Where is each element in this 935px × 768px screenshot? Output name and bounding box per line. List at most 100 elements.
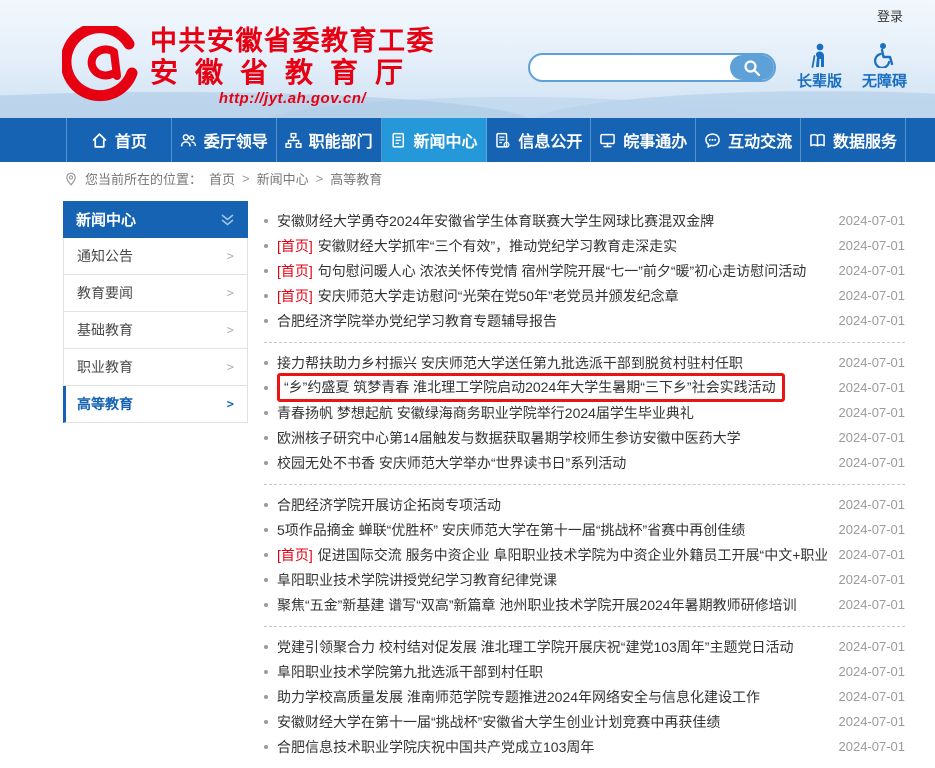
bullet-icon <box>264 361 268 365</box>
elder-version-label: 长辈版 <box>797 70 842 91</box>
news-link[interactable]: 校园无处不书香 安庆师范大学举办“世界读书日”系列活动 <box>277 453 626 473</box>
news-date: 2024-07-01 <box>827 497 906 512</box>
nav-item-departments[interactable]: 职能部门 <box>277 118 382 162</box>
nav-item-label: 信息公开 <box>518 128 582 152</box>
sidebar-item-vocational-education[interactable]: 职业教育> <box>63 349 248 386</box>
news-link[interactable]: 接力帮扶助力乡村振兴 安庆师范大学送任第九批选派干部到脱贫村驻村任职 <box>277 353 743 373</box>
bullet-icon <box>264 244 268 248</box>
news-row: 5项作品摘金 蝉联“优胜杯” 安庆师范大学在第十一届“挑战杯”省赛中再创佳绩 20… <box>264 517 905 542</box>
bullet-icon <box>264 294 268 298</box>
breadcrumb-home[interactable]: 首页 <box>209 169 235 188</box>
nav-item-news-center[interactable]: 新闻中心 <box>382 118 487 162</box>
news-link[interactable]: 安徽财经大学抓牢“三个有效”，推动党纪学习教育走深走实 <box>318 236 677 256</box>
news-group: 党建引领聚合力 校村结对促发展 淮北理工学院开展庆祝“建党103周年”主题党日活… <box>264 627 905 768</box>
nav-item-leaders[interactable]: 委厅领导 <box>172 118 277 162</box>
news-date: 2024-07-01 <box>827 263 906 278</box>
news-link[interactable]: 合肥经济学院开展访企拓岗专项活动 <box>277 495 501 515</box>
news-link[interactable]: 安庆师范大学走访慰问“光荣在党50年”老党员并颁发纪念章 <box>318 286 679 306</box>
page: 登录 中共安徽省委教育工委 安徽省教育厅 http://jyt.ah.gov.c… <box>0 0 935 768</box>
nav-item-data-services[interactable]: 数据服务 <box>801 118 906 162</box>
news-link[interactable]: 5项作品摘金 蝉联“优胜杯” 安庆师范大学在第十一届“挑战杯”省赛中再创佳绩 <box>277 520 745 540</box>
bullet-icon <box>264 670 268 674</box>
news-row: 合肥信息技术职业学院庆祝中国共产党成立103周年 2024-07-01 <box>264 734 905 759</box>
sidebar-header-news-center[interactable]: 新闻中心 <box>63 201 248 238</box>
news-row: 阜阳职业技术学院讲授党纪学习教育纪律党课 2024-07-01 <box>264 567 905 592</box>
search-input[interactable] <box>530 55 730 80</box>
nav-item-interaction[interactable]: 互动交流 <box>696 118 801 162</box>
breadcrumb-news-center[interactable]: 新闻中心 <box>257 169 309 188</box>
frontpage-tag: [首页] <box>277 261 313 281</box>
sidebar-item-notices[interactable]: 通知公告> <box>63 238 248 275</box>
bullet-icon <box>264 386 268 390</box>
news-link[interactable]: “乡”约盛夏 筑梦青春 淮北理工学院启动2024年大学生暑期“三下乡”社会实践活… <box>284 377 776 397</box>
news-row: 合肥经济学院举办党纪学习教育专题辅导报告2024-07-01 <box>264 308 905 333</box>
search-icon <box>743 59 761 77</box>
news-link[interactable]: 阜阳职业技术学院第九批选派干部到村任职 <box>277 662 543 682</box>
news-date: 2024-07-01 <box>827 455 906 470</box>
news-link[interactable]: 安徽财经大学在第十一届“挑战杯”安徽省大学生创业计划竞赛中再获佳绩 <box>277 712 720 732</box>
news-date: 2024-07-01 <box>827 547 906 562</box>
services-monitor-icon <box>599 132 616 149</box>
news-date: 2024-07-01 <box>827 572 906 587</box>
news-link[interactable]: 阜阳职业技术学院讲授党纪学习教育纪律党课 <box>277 570 557 590</box>
news-link[interactable]: 欧洲核子研究中心第14届触发与数据获取暑期学校师生参访安徽中医药大学 <box>277 428 741 448</box>
news-link[interactable]: 聚焦“五金”新基建 谱写“双高”新篇章 池州职业技术学院开展2024年暑期教师研… <box>277 595 797 615</box>
nav-item-label: 数据服务 <box>833 128 897 152</box>
site-logo[interactable]: 中共安徽省委教育工委 安徽省教育厅 http://jyt.ah.gov.cn/ <box>62 26 435 107</box>
breadcrumb-separator: > <box>316 171 324 186</box>
bullet-icon <box>264 219 268 223</box>
news-row: 校园无处不书香 安庆师范大学举办“世界读书日”系列活动 2024-07-01 <box>264 450 905 475</box>
search-button[interactable] <box>730 55 774 80</box>
search-bar <box>528 53 776 82</box>
nav-item-home[interactable]: 首页 <box>66 118 172 162</box>
news-date: 2024-07-01 <box>827 430 906 445</box>
nav-item-info-disclosure[interactable]: 信息公开 <box>487 118 592 162</box>
news-link[interactable]: 合肥信息技术职业学院庆祝中国共产党成立103周年 <box>277 737 594 757</box>
news-link[interactable]: 安徽财经大学勇夺2024年安徽省学生体育联赛大学生网球比赛混双金牌 <box>277 211 714 231</box>
news-link[interactable]: 党建引领聚合力 校村结对促发展 淮北理工学院开展庆祝“建党103周年”主题党日活… <box>277 637 793 657</box>
sidebar-item-basic-education[interactable]: 基础教育> <box>63 312 248 349</box>
logo-swirl-icon <box>62 26 142 106</box>
bullet-icon <box>264 436 268 440</box>
news-date: 2024-07-01 <box>827 355 906 370</box>
sidebar: 新闻中心 通知公告> 教育要闻> 基础教育> 职业教育> 高等教育> <box>63 201 248 768</box>
sidebar-item-higher-education[interactable]: 高等教育> <box>63 386 248 423</box>
frontpage-tag: [首页] <box>277 545 313 565</box>
bullet-icon <box>264 319 268 323</box>
nav-item-wanshitongban[interactable]: 皖事通办 <box>591 118 696 162</box>
sidebar-item-label: 高等教育 <box>77 394 133 414</box>
sidebar-item-label: 教育要闻 <box>77 283 133 303</box>
news-link[interactable]: 青春扬帆 梦想起航 安徽绿海商务职业学院举行2024届学生毕业典礼 <box>277 403 694 423</box>
bullet-icon <box>264 528 268 532</box>
news-row: 聚焦“五金”新基建 谱写“双高”新篇章 池州职业技术学院开展2024年暑期教师研… <box>264 592 905 617</box>
sidebar-item-label: 通知公告 <box>77 246 133 266</box>
elder-version-button[interactable]: 长辈版 <box>797 42 842 91</box>
main-nav: 首页 委厅领导 职能部门 新闻中心 <box>0 118 935 162</box>
login-link[interactable]: 登录 <box>877 6 903 25</box>
bullet-icon <box>264 745 268 749</box>
bullet-icon <box>264 695 268 699</box>
double-chevron-down-icon <box>220 213 235 227</box>
sidebar-item-label: 职业教育 <box>77 357 133 377</box>
sidebar-item-label: 基础教育 <box>77 320 133 340</box>
news-group: 安徽财经大学勇夺2024年安徽省学生体育联赛大学生网球比赛混双金牌 2024-07… <box>264 201 905 343</box>
news-date: 2024-07-01 <box>827 522 906 537</box>
wheelchair-icon <box>871 42 897 68</box>
news-link[interactable]: 合肥经济学院举办党纪学习教育专题辅导报告 <box>277 311 557 331</box>
news-group: 合肥经济学院开展访企拓岗专项活动 2024-07-01 5项作品摘金 蝉联“优胜杯… <box>264 485 905 627</box>
chat-icon <box>704 132 721 149</box>
news-date: 2024-07-01 <box>827 689 906 704</box>
news-row: 阜阳职业技术学院第九批选派干部到村任职 2024-07-01 <box>264 659 905 684</box>
news-link[interactable]: 句句慰问暖人心 浓浓关怀传党情 宿州学院开展“七一”前夕“暖”初心走访慰问活动 <box>318 261 806 281</box>
news-row: [首页]促进国际交流 服务中资企业 阜阳职业技术学院为中资企业外籍员工开展“中文… <box>264 542 905 567</box>
news-link[interactable]: 助力学校高质量发展 淮南师范学院专题推进2024年网络安全与信息化建设工作 <box>277 687 760 707</box>
accessibility-button[interactable]: 无障碍 <box>862 42 907 91</box>
news-link[interactable]: 促进国际交流 服务中资企业 阜阳职业技术学院为中资企业外籍员工开展“中文+职业技… <box>318 545 827 565</box>
news-date: 2024-07-01 <box>827 739 906 754</box>
org-title-line1: 中共安徽省委教育工委 <box>150 26 435 56</box>
news-date: 2024-07-01 <box>827 664 906 679</box>
sidebar-item-education-news[interactable]: 教育要闻> <box>63 275 248 312</box>
news-row: 党建引领聚合力 校村结对促发展 淮北理工学院开展庆祝“建党103周年”主题党日活… <box>264 634 905 659</box>
news-row: [首页]安徽财经大学抓牢“三个有效”，推动党纪学习教育走深走实2024-07-0… <box>264 233 905 258</box>
news-date: 2024-07-01 <box>827 714 906 729</box>
